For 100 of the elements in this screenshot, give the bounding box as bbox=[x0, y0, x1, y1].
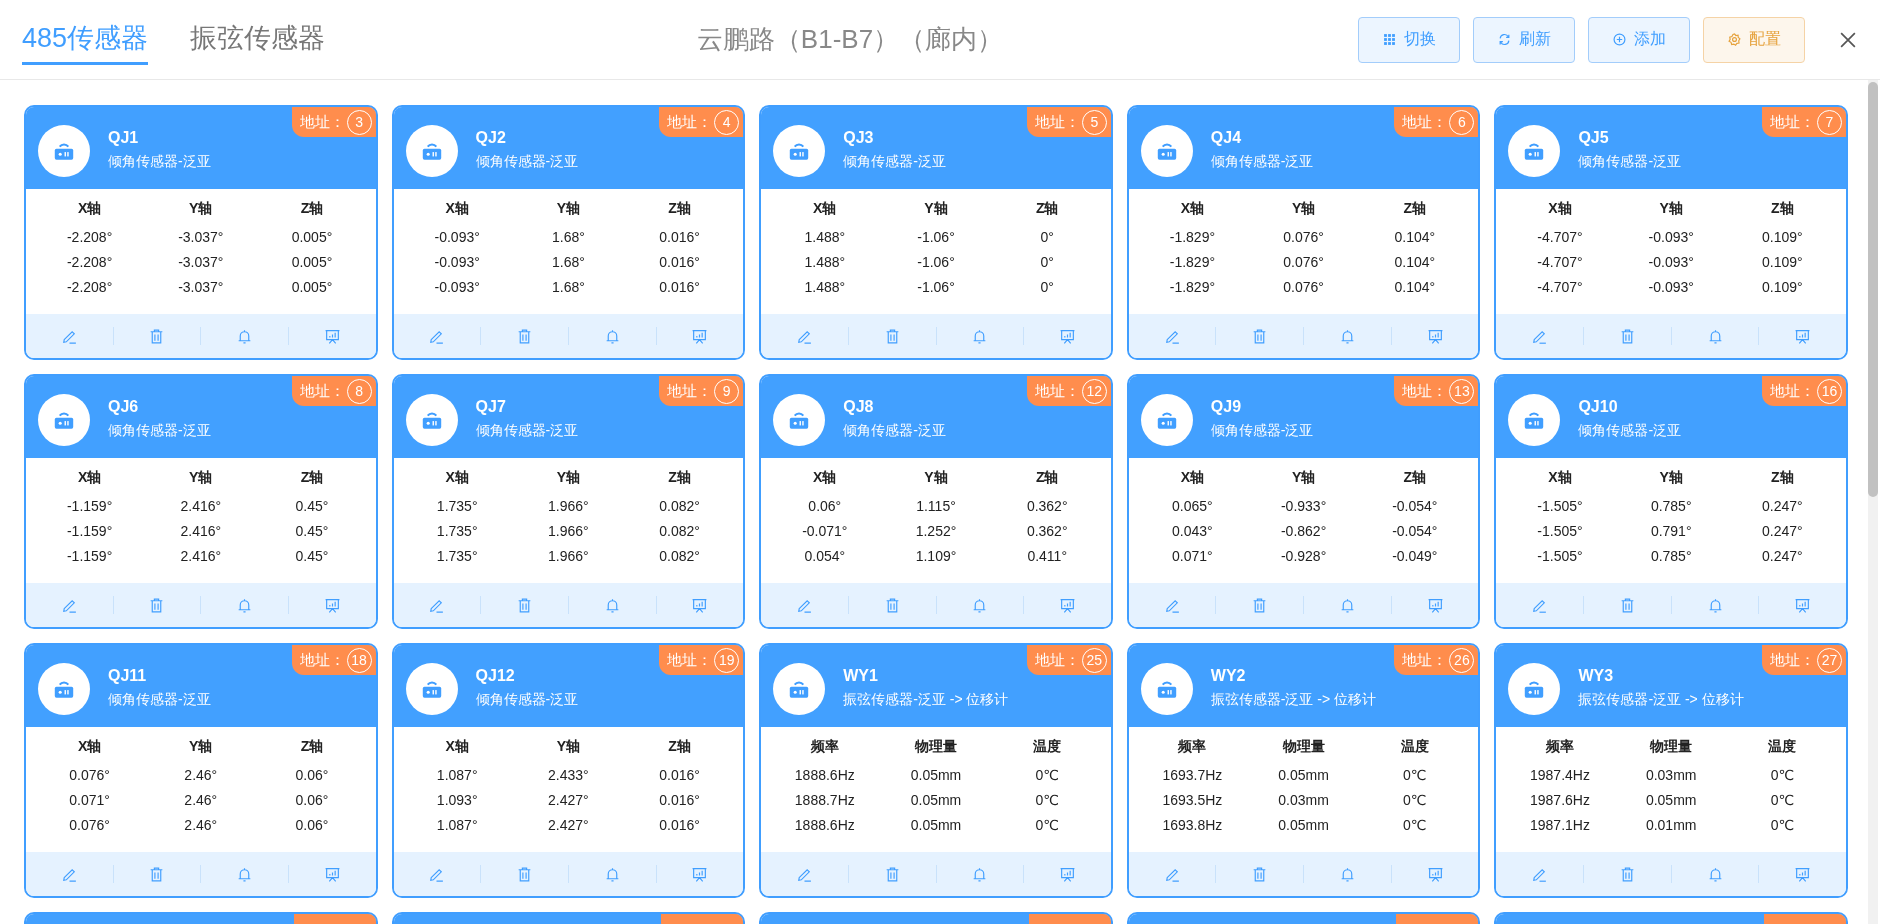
reading-value: 0.076° bbox=[68, 766, 111, 783]
reading-value: -0.862° bbox=[1279, 522, 1328, 539]
chart-board-icon[interactable] bbox=[1059, 596, 1076, 614]
address-badge: 地址： 19 bbox=[659, 645, 744, 675]
reading-value: 0.791° bbox=[1649, 522, 1693, 539]
column-header: X轴 bbox=[76, 737, 103, 756]
reading-value: 0.362° bbox=[1025, 522, 1069, 539]
chart-board-icon[interactable] bbox=[691, 865, 709, 883]
sensor-type: 振弦传感器-泛亚 -> 位移计 bbox=[843, 691, 1009, 709]
column-header: X轴 bbox=[1179, 468, 1206, 487]
column-header: Z轴 bbox=[1770, 468, 1795, 487]
chart-board-icon[interactable] bbox=[323, 865, 341, 883]
reading-value: -4.707° bbox=[1536, 228, 1584, 245]
reading-value: 1.68° bbox=[550, 253, 586, 270]
sensor-name: WY2 bbox=[1210, 667, 1247, 685]
device-icon bbox=[38, 394, 90, 446]
reading-value: 0.05mm bbox=[909, 816, 963, 833]
device-icon bbox=[773, 663, 826, 715]
reading-value: 0.06° bbox=[294, 816, 330, 833]
refresh-button[interactable]: 刷新 bbox=[1473, 16, 1575, 63]
reading-value: -1.505° bbox=[1536, 522, 1584, 539]
reading-value: 0.05mm bbox=[1277, 816, 1330, 833]
chart-board-icon[interactable] bbox=[1059, 865, 1076, 883]
reading-value: 0.005° bbox=[290, 278, 334, 295]
tab[interactable]: 485传感器 bbox=[22, 14, 149, 65]
close-icon[interactable] bbox=[1840, 31, 1856, 48]
device-icon bbox=[1140, 663, 1193, 715]
reading-value: -3.037° bbox=[177, 253, 225, 270]
reading-value: 0.06° bbox=[294, 791, 330, 808]
column-header: Z轴 bbox=[1402, 199, 1428, 218]
reading-value: 0℃ bbox=[1402, 766, 1428, 783]
reading-value: -0.049° bbox=[1391, 547, 1439, 564]
reading-value: -0.093° bbox=[1647, 253, 1695, 270]
reading-value: 1.735° bbox=[435, 547, 479, 564]
tab[interactable]: 振弦传感器 bbox=[190, 14, 326, 65]
reading-value: -2.208° bbox=[65, 253, 114, 270]
chart-board-icon[interactable] bbox=[1426, 596, 1444, 614]
reading-value: 0.109° bbox=[1761, 278, 1804, 295]
reading-value: 0.082° bbox=[658, 497, 701, 514]
add-button[interactable]: 添加 bbox=[1588, 16, 1690, 63]
reading-value: 0.109° bbox=[1761, 253, 1804, 270]
address-badge: 地址： 5 bbox=[1026, 107, 1111, 137]
column-header: 频率 bbox=[809, 737, 840, 756]
chart-board-icon[interactable] bbox=[1059, 327, 1076, 345]
chart-board-icon[interactable] bbox=[691, 596, 709, 614]
switch-button[interactable]: 切换 bbox=[1358, 16, 1460, 63]
reading-value: 0℃ bbox=[1034, 791, 1060, 808]
column-header: Y轴 bbox=[555, 468, 582, 487]
reading-value: 0.03mm bbox=[1644, 766, 1698, 783]
reading-value: 0.06° bbox=[807, 497, 843, 514]
address-badge: 地址： 4 bbox=[659, 107, 744, 137]
scrollbar[interactable] bbox=[1868, 80, 1878, 924]
address-badge: 地址： 18 bbox=[291, 645, 376, 675]
column-header: Y轴 bbox=[1658, 468, 1684, 487]
chart-board-icon[interactable] bbox=[1794, 327, 1812, 345]
chart-board-icon[interactable] bbox=[1426, 865, 1444, 883]
chart-board-icon[interactable] bbox=[323, 596, 341, 614]
chart-board-icon[interactable] bbox=[1794, 865, 1812, 883]
column-header: X轴 bbox=[1547, 468, 1573, 487]
chart-board-icon[interactable] bbox=[1794, 596, 1812, 614]
reading-value: 0.076° bbox=[1282, 278, 1325, 295]
reading-value: 1.966° bbox=[547, 497, 590, 514]
reading-value: 0.785° bbox=[1649, 547, 1693, 564]
reading-value: 1.735° bbox=[435, 522, 479, 539]
reading-value: 2.416° bbox=[179, 522, 223, 539]
reading-value: -1.829° bbox=[1168, 253, 1217, 270]
device-icon bbox=[1508, 663, 1561, 715]
chart-board-icon[interactable] bbox=[691, 327, 709, 345]
chart-board-icon[interactable] bbox=[1426, 327, 1444, 345]
reading-value: 1888.6Hz bbox=[793, 816, 856, 833]
sensor-type: 倾角传感器-泛亚 bbox=[108, 153, 211, 171]
reading-value: 1.966° bbox=[547, 547, 590, 564]
sensor-name: QJ4 bbox=[1210, 129, 1243, 147]
reading-value: 0℃ bbox=[1769, 766, 1796, 783]
reading-value: -0.928° bbox=[1279, 547, 1328, 564]
address-badge: 地址： 3 bbox=[291, 107, 376, 137]
device-icon bbox=[1140, 125, 1193, 177]
sensor-type: 倾角传感器-泛亚 bbox=[1578, 153, 1682, 171]
chart-board-icon[interactable] bbox=[323, 327, 341, 345]
reading-value: 0.05mm bbox=[909, 766, 963, 783]
config-button[interactable]: 配置 bbox=[1703, 16, 1805, 63]
sensor-type: 倾角传感器-泛亚 bbox=[843, 422, 946, 440]
reading-value: 2.46° bbox=[183, 816, 219, 833]
reading-value: 0.247° bbox=[1761, 497, 1804, 514]
column-header: X轴 bbox=[76, 468, 103, 487]
sensor-name: WY1 bbox=[843, 667, 879, 685]
reading-value: 0° bbox=[1039, 253, 1055, 270]
reading-value: 1888.6Hz bbox=[793, 766, 856, 783]
device-icon bbox=[773, 125, 826, 177]
sensor-name: QJ12 bbox=[475, 667, 516, 685]
reading-value: 1.115° bbox=[915, 497, 957, 514]
sensor-type: 倾角传感器-泛亚 bbox=[1210, 153, 1314, 171]
sensor-type: 倾角传感器-泛亚 bbox=[475, 153, 579, 171]
reading-value: 0.005° bbox=[290, 228, 334, 245]
reading-value: 0.082° bbox=[658, 522, 701, 539]
address-badge: 地址： 12 bbox=[1026, 376, 1111, 406]
reading-value: 1.488° bbox=[803, 228, 847, 245]
reading-value: -0.933° bbox=[1279, 497, 1328, 514]
grid-icon bbox=[1382, 33, 1396, 46]
column-header: X轴 bbox=[444, 468, 470, 487]
